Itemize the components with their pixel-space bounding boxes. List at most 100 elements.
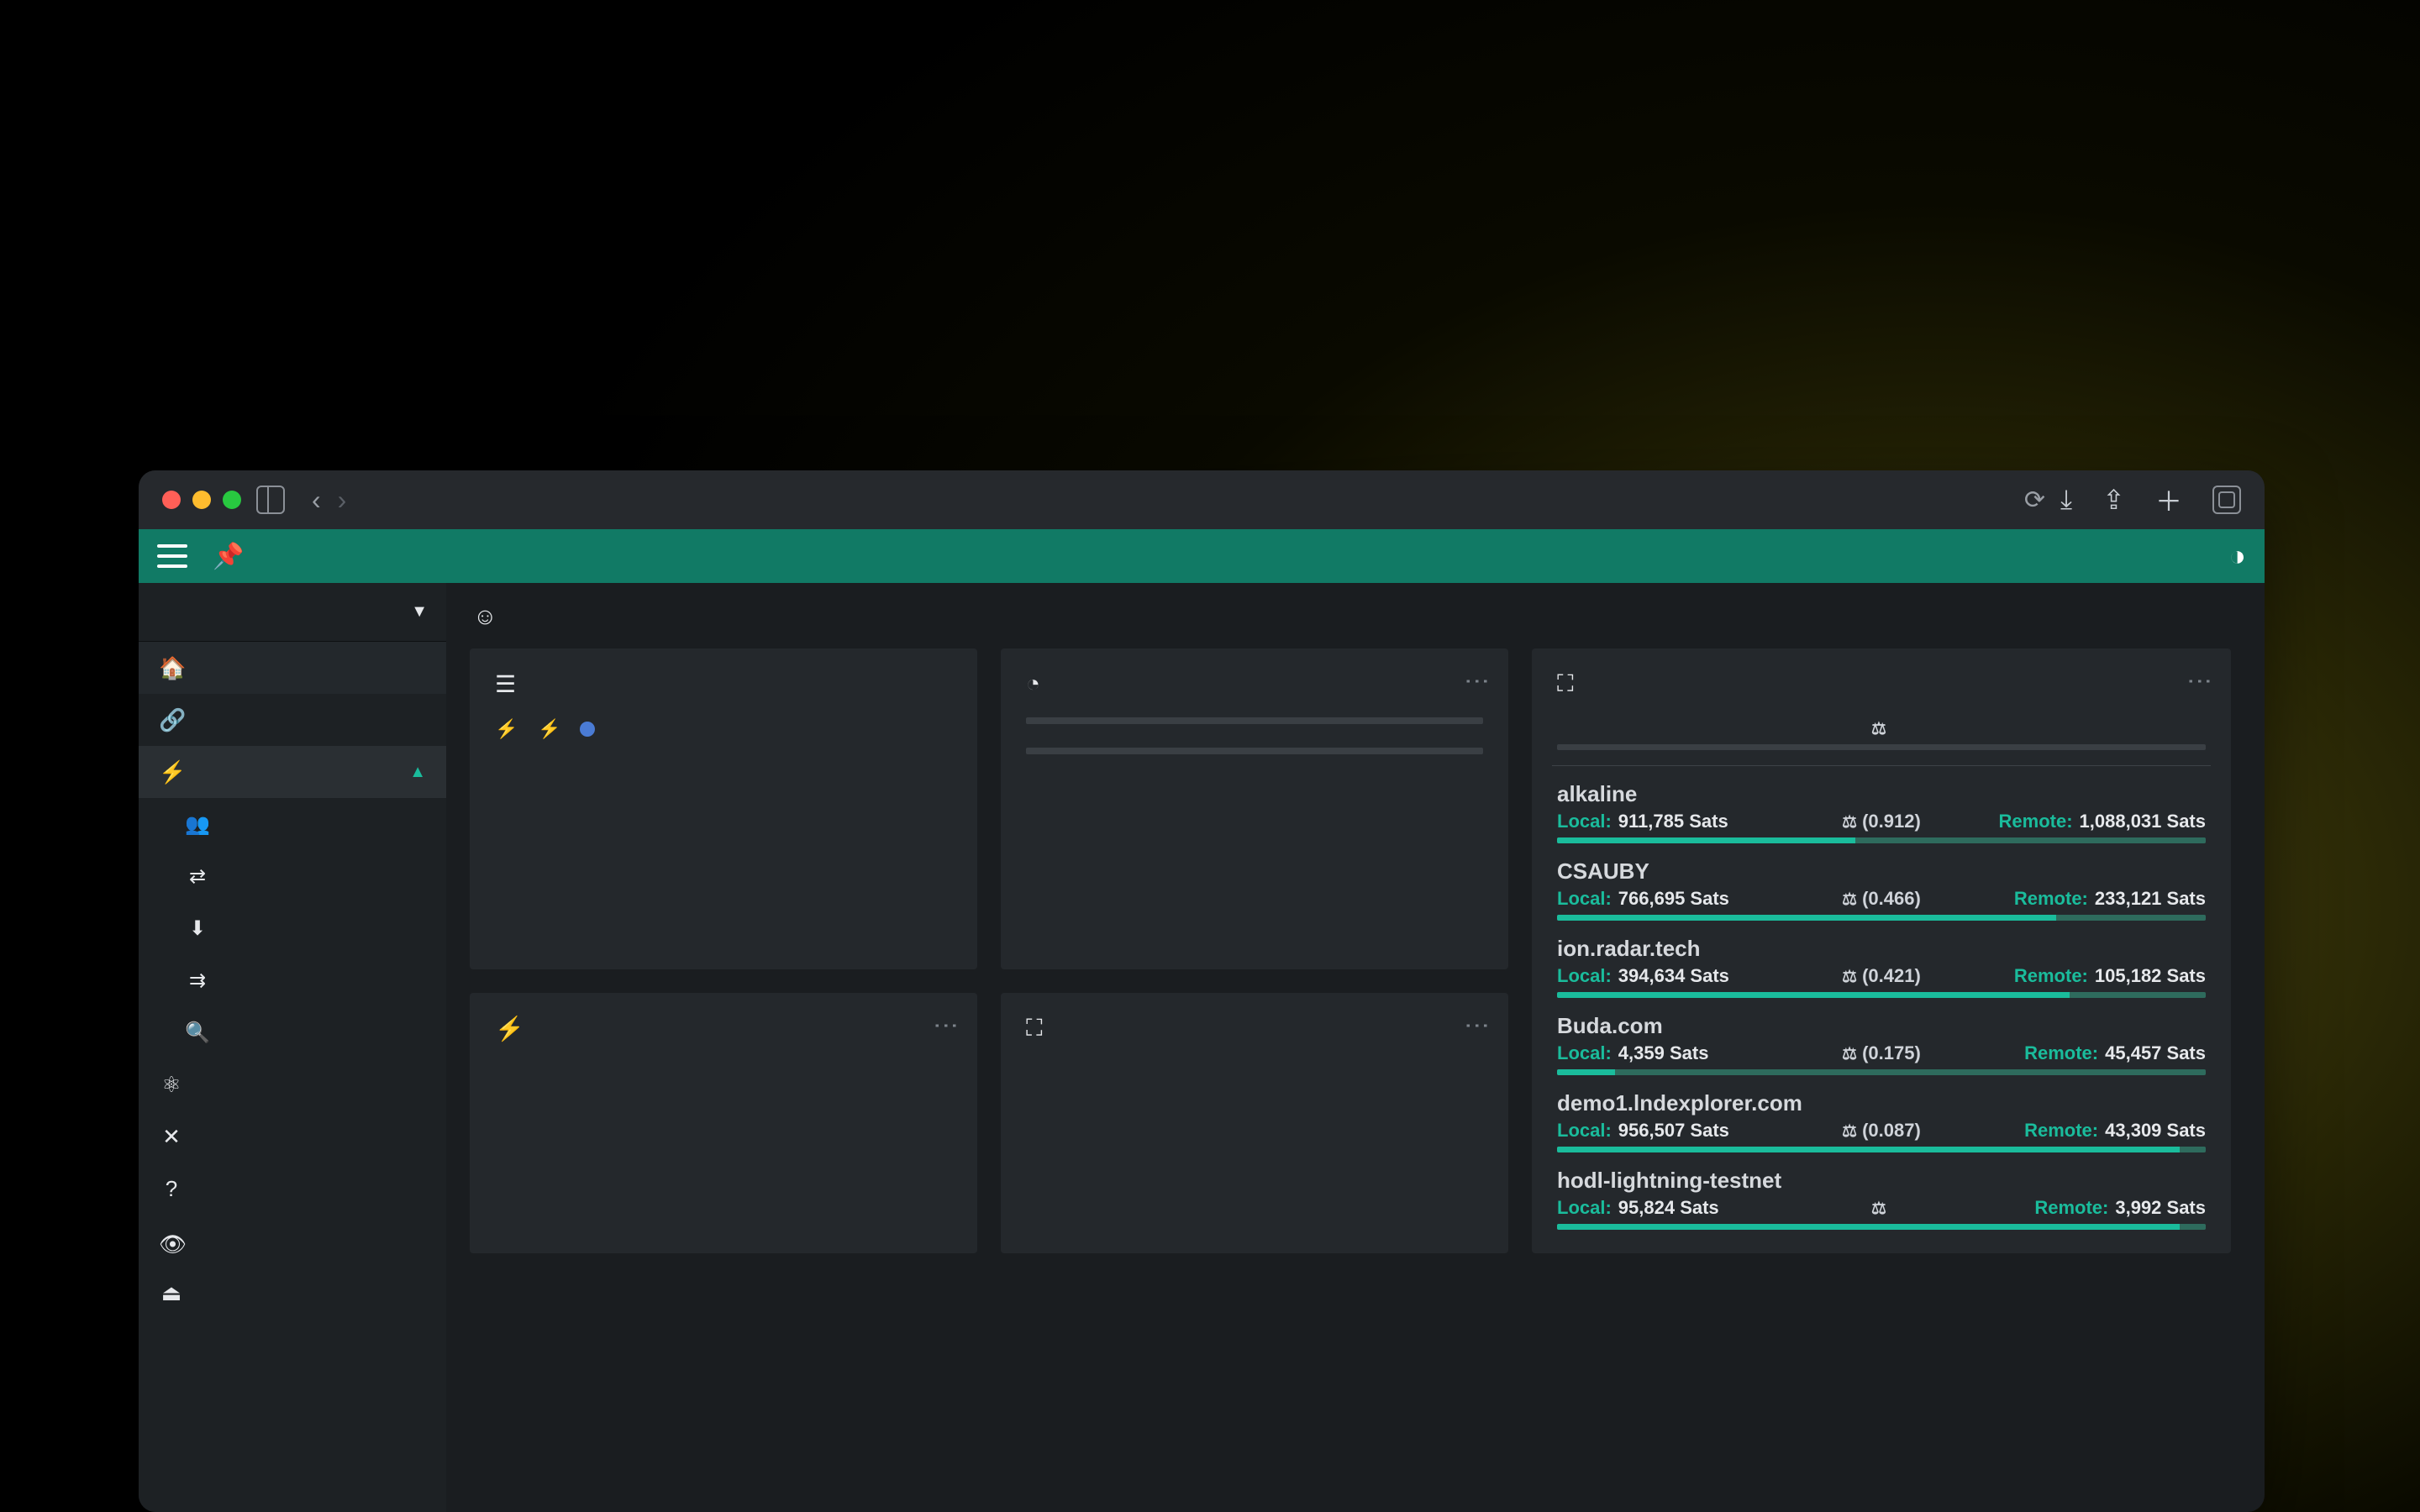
remote-value: 105,182 Sats: [2095, 965, 2206, 987]
card-node-info: ☰ ⚡ ⚡: [470, 648, 977, 969]
sidebar-item-lightning[interactable]: ⚡ ▲: [139, 746, 446, 798]
welcome-banner: ☺: [473, 603, 2238, 630]
bolt-icon: ⚡: [495, 718, 518, 740]
scale-icon: ⚖: [1842, 811, 1857, 832]
card-menu-icon[interactable]: ⋮: [931, 1013, 960, 1040]
scale-icon: ⚖: [1871, 718, 1886, 739]
sidebar-item-onchain[interactable]: 🔗: [139, 694, 446, 746]
remote-label: Remote:: [1999, 811, 2073, 832]
scale-icon: ⚖: [1842, 1043, 1857, 1064]
bolt-icon: ⚡: [495, 1015, 524, 1042]
reload-icon[interactable]: ⟳: [2024, 486, 2045, 515]
peer-name: demo1.lndexplorer.com: [1557, 1090, 2206, 1116]
sidebar-item-logout[interactable]: ⏏: [139, 1268, 446, 1317]
scale-icon: ⚖: [1871, 1198, 1886, 1219]
alias-value: ⚡ ⚡: [495, 718, 952, 740]
forward-button[interactable]: ›: [338, 485, 347, 516]
eye-icon: 👁: [159, 1231, 184, 1257]
peer-capacity-row: Local:766,695 Sats ⚖(0.466) Remote:233,1…: [1557, 888, 2206, 910]
sidebar-toggle-icon[interactable]: [256, 486, 285, 514]
remote-value: 1,088,031 Sats: [2080, 811, 2206, 832]
local-label: Local:: [1557, 965, 1612, 987]
browser-window: ‹ › ⟳ ⤓ ⇪ ＋ 📌 ◑ ▼ 🏠: [139, 470, 2265, 1512]
sidebar-sub-transactions[interactable]: ⇄: [139, 850, 446, 902]
sidebar-item-dashboard[interactable]: 🏠: [139, 642, 446, 694]
network-icon: ⚛: [159, 1072, 184, 1098]
onchain-bar: [1026, 748, 1483, 754]
routing-icon: ⇉: [182, 969, 213, 993]
lightning-bar: [1026, 717, 1483, 724]
peer-capacity-bar: [1557, 1069, 2206, 1075]
remote-value: 45,457 Sats: [2105, 1042, 2206, 1064]
remote-label: Remote:: [2014, 888, 2088, 910]
peer-capacity-bar: [1557, 837, 2206, 843]
channels-icon: ⛶: [1026, 1015, 1043, 1042]
ratio-value: (0.175): [1862, 1042, 1921, 1064]
sidebar-item-network[interactable]: ⚛: [139, 1058, 446, 1110]
card-channels: ⋮ ⛶: [1001, 993, 1508, 1254]
card-menu-icon[interactable]: ⋮: [1462, 1013, 1491, 1040]
peer-capacity-row: Local: 911,785 Sats ⚖(0.912) Remote: 1,088…: [1557, 811, 2206, 832]
sidebar-sub-backup[interactable]: ⬇: [139, 902, 446, 954]
menu-icon[interactable]: [157, 544, 187, 568]
scale-icon: ⚖: [1842, 966, 1857, 987]
peer-capacity-bar: [1557, 1147, 2206, 1152]
app-header: 📌 ◑: [139, 529, 2265, 583]
peer-name: Buda.com: [1557, 1013, 2206, 1039]
local-value: 911,785 Sats: [1618, 811, 1728, 832]
help-icon: ?: [159, 1176, 184, 1202]
bolt-icon: ⚡: [159, 759, 184, 785]
node-selector[interactable]: ▼: [139, 583, 446, 642]
local-label: Local:: [1557, 1042, 1612, 1064]
remote-label: Remote:: [2024, 1042, 2098, 1064]
local-value: 95,824 Sats: [1618, 1197, 1719, 1219]
window-controls: [162, 491, 241, 509]
sidebar-sub-peers[interactable]: 👥: [139, 798, 446, 850]
sidebar-item-help[interactable]: ?: [139, 1163, 446, 1215]
ratio-value: (0.912): [1862, 811, 1921, 832]
logout-icon: ⏏: [159, 1280, 184, 1306]
card-menu-icon[interactable]: ⋮: [1462, 669, 1491, 696]
smile-icon: ☺: [473, 603, 497, 630]
sidebar-item-publickey[interactable]: 👁: [139, 1220, 446, 1268]
peer-capacity-bar: [1557, 1224, 2206, 1230]
peer-name: ion.radar.tech: [1557, 936, 2206, 962]
content-area: ☺ ☰ ⚡ ⚡: [446, 583, 2265, 1512]
peer-capacity-row: Local:394,634 Sats ⚖(0.421) Remote:105,1…: [1557, 965, 2206, 987]
sidebar-item-settings[interactable]: ✕: [139, 1110, 446, 1163]
card-menu-icon[interactable]: ⋮: [2185, 669, 2214, 696]
peer-capacity-row: Local:95,824 Sats ⚖ Remote:3,992 Sats: [1557, 1197, 2206, 1219]
peer-capacity-bar: [1557, 992, 2206, 998]
new-tab-icon[interactable]: ＋: [2155, 480, 2182, 519]
share-icon[interactable]: ⇪: [2102, 484, 2125, 516]
pie-icon: ◔: [1026, 670, 1040, 697]
divider: [1552, 765, 2211, 766]
remote-value: 3,992 Sats: [2115, 1197, 2206, 1219]
back-button[interactable]: ‹: [312, 485, 321, 516]
app-logo-icon: ◑: [2228, 540, 2246, 573]
ratio-value: (0.466): [1862, 888, 1921, 910]
capacity-total-bar: [1557, 744, 2206, 750]
remote-label: Remote:: [2024, 1120, 2098, 1142]
minimize-window-button[interactable]: [192, 491, 211, 509]
people-icon: 👥: [182, 812, 213, 837]
sidebar-sub-routing[interactable]: ⇉: [139, 954, 446, 1006]
local-label: Local:: [1557, 888, 1612, 910]
remote-label: Remote:: [2034, 1197, 2108, 1219]
capacity-total-row: ⚖: [1557, 718, 2206, 739]
peer-capacity-row: Local: 4,359 Sats ⚖(0.175) Remote: 45,457 …: [1557, 1042, 2206, 1064]
tabs-overview-icon[interactable]: [2212, 486, 2241, 514]
local-value: 394,634 Sats: [1618, 965, 1729, 987]
downloads-icon[interactable]: ⤓: [2060, 484, 2072, 516]
close-window-button[interactable]: [162, 491, 181, 509]
settings-icon: ✕: [159, 1124, 184, 1150]
sidebar: ▼ 🏠 🔗 ⚡ ▲ 👥 ⇄ ⬇ ⇉ 🔍 ⚛ ✕ ?: [139, 583, 446, 1512]
maximize-window-button[interactable]: [223, 491, 241, 509]
card-balances: ⋮ ◔: [1001, 648, 1508, 969]
local-value: 4,359 Sats: [1618, 1042, 1709, 1064]
sidebar-sub-graph[interactable]: 🔍: [139, 1006, 446, 1058]
status-dot-icon: [580, 722, 595, 737]
pin-icon[interactable]: 📌: [213, 542, 244, 571]
local-label: Local:: [1557, 811, 1612, 832]
local-value: 766,695 Sats: [1618, 888, 1729, 910]
